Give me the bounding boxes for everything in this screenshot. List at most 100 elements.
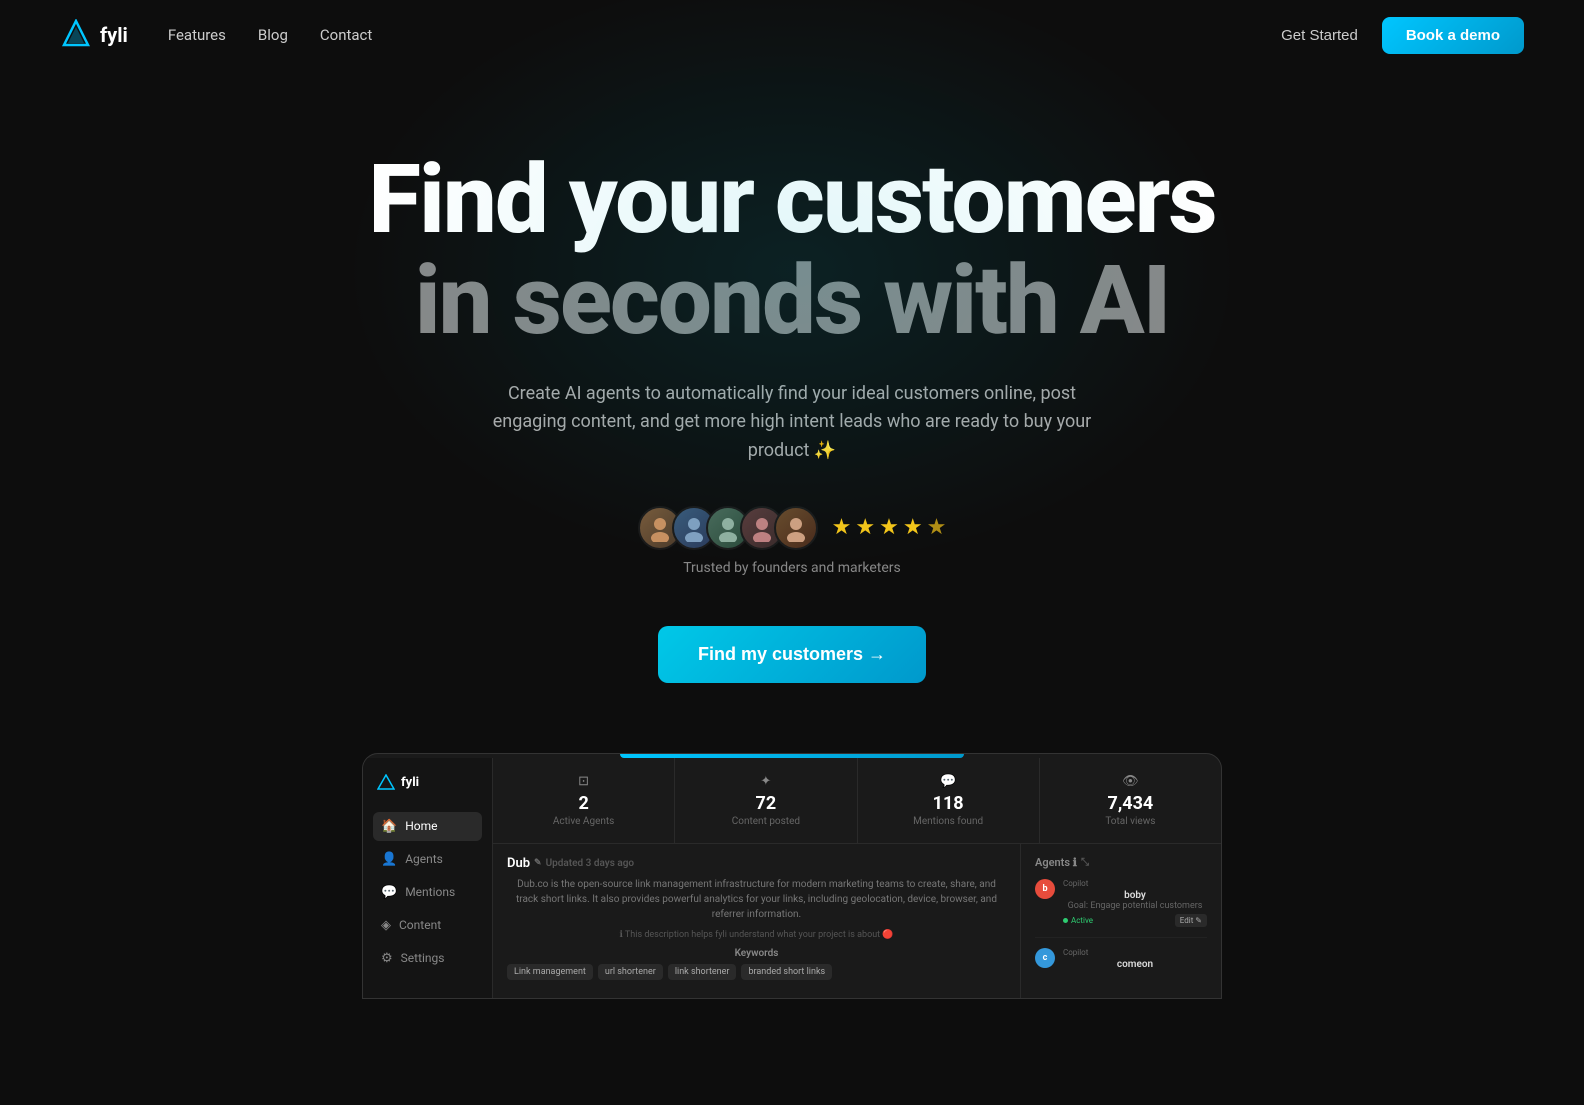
active-agents-value: 2: [507, 793, 660, 814]
hero-title-line2: in seconds with AI: [415, 245, 1170, 357]
content-posted-label: Content posted: [689, 816, 842, 827]
social-proof: ★ ★ ★ ★ ★ Trusted by founders and market…: [638, 506, 947, 576]
copilot-label-0: Copilot: [1063, 879, 1207, 888]
navbar-left: fyli Features Blog Contact: [60, 19, 372, 51]
dashboard-inner: fyli 🏠 Home 👤 Agents 💬 Mentions ◈ Conten…: [363, 758, 1221, 998]
agent-edit-button-0[interactable]: Edit ✎: [1175, 914, 1207, 927]
sidebar-mentions-label: Mentions: [405, 885, 455, 899]
project-edit-icon: ✎: [534, 858, 542, 868]
stat-mentions: 💬 118 Mentions found: [858, 758, 1040, 843]
mentions-stat-icon: 💬: [872, 774, 1025, 789]
dashboard-preview: fyli 🏠 Home 👤 Agents 💬 Mentions ◈ Conten…: [362, 753, 1222, 999]
star-5-half: ★: [927, 515, 947, 540]
star-1: ★: [832, 515, 852, 540]
sidebar-item-settings[interactable]: ⚙ Settings: [373, 944, 482, 973]
project-panel: Dub ✎ Updated 3 days ago Dub.co is the o…: [493, 844, 1021, 999]
agents-panel: Agents ℹ ⤡ b Copilot boby Goal: Engage p…: [1021, 844, 1221, 999]
dashboard-sidebar: fyli 🏠 Home 👤 Agents 💬 Mentions ◈ Conten…: [363, 758, 493, 998]
avatar-5: [774, 506, 818, 550]
agent-item-0: b Copilot boby Goal: Engage potential cu…: [1035, 879, 1207, 938]
content-posted-value: 72: [689, 793, 842, 814]
agent-item-1: c Copilot comeon: [1035, 948, 1207, 980]
star-3: ★: [879, 515, 899, 540]
dash-logo-icon: [377, 774, 395, 792]
project-updated: Updated 3 days ago: [546, 858, 635, 869]
sidebar-home-label: Home: [405, 819, 437, 833]
nav-contact[interactable]: Contact: [320, 26, 372, 44]
dash-logo: fyli: [373, 774, 482, 792]
navbar: fyli Features Blog Contact Get Started B…: [0, 0, 1584, 70]
project-name-row: Dub ✎ Updated 3 days ago: [507, 856, 1006, 871]
mentions-value: 118: [872, 793, 1025, 814]
agent-actions-0: Active Edit ✎: [1063, 914, 1207, 927]
hero-title-line1: Find your customers: [368, 144, 1215, 256]
agent-info-0: Copilot boby Goal: Engage potential cust…: [1063, 879, 1207, 927]
dash-logo-text: fyli: [401, 775, 419, 790]
dashboard-main: ⊡ 2 Active Agents ✦ 72 Content posted 💬 …: [493, 758, 1221, 998]
star-4: ★: [903, 515, 923, 540]
stat-active-agents: ⊡ 2 Active Agents: [493, 758, 675, 843]
agents-icon: 👤: [381, 852, 397, 867]
trusted-text: Trusted by founders and marketers: [683, 560, 901, 576]
hero-section: Find your customers in seconds with AI C…: [0, 70, 1584, 1039]
agent-status-0: Active: [1063, 916, 1093, 925]
agent-name-1: comeon: [1063, 959, 1207, 970]
agent-info-1: Copilot comeon: [1063, 948, 1207, 970]
project-note: ℹ This description helps fyli understand…: [507, 930, 1006, 940]
logo-text: fyli: [100, 23, 128, 47]
agent-name-0: boby: [1063, 890, 1207, 901]
active-agents-label: Active Agents: [507, 816, 660, 827]
star-rating: ★ ★ ★ ★ ★: [832, 515, 947, 540]
logo: fyli: [60, 19, 128, 51]
project-name-text: Dub: [507, 856, 530, 871]
tag-1: url shortener: [598, 964, 663, 980]
settings-icon: ⚙: [381, 951, 393, 966]
tag-2: link shortener: [668, 964, 737, 980]
mentions-label: Mentions found: [872, 816, 1025, 827]
active-agents-icon: ⊡: [507, 774, 660, 789]
copilot-label-1: Copilot: [1063, 948, 1207, 957]
fyli-logo-icon: [60, 19, 92, 51]
avatars-stars-row: ★ ★ ★ ★ ★: [638, 506, 947, 550]
sidebar-settings-label: Settings: [401, 951, 445, 965]
tag-0: Link management: [507, 964, 593, 980]
keywords-label: Keywords: [507, 948, 1006, 959]
agent-avatar-1: c: [1035, 948, 1055, 968]
dashboard-content-area: Dub ✎ Updated 3 days ago Dub.co is the o…: [493, 844, 1221, 999]
sidebar-agents-label: Agents: [405, 852, 443, 866]
nav-links: Features Blog Contact: [168, 26, 373, 44]
project-description: Dub.co is the open-source link managemen…: [507, 877, 1006, 922]
expand-icon: ⤡: [1081, 857, 1089, 868]
content-posted-icon: ✦: [689, 774, 842, 789]
nav-blog[interactable]: Blog: [258, 26, 288, 44]
total-views-icon: 👁: [1054, 774, 1207, 789]
sidebar-item-home[interactable]: 🏠 Home: [373, 812, 482, 841]
hero-subtitle: Create AI agents to automatically find y…: [472, 380, 1112, 466]
get-started-button[interactable]: Get Started: [1281, 27, 1358, 44]
stats-row: ⊡ 2 Active Agents ✦ 72 Content posted 💬 …: [493, 758, 1221, 844]
stat-content-posted: ✦ 72 Content posted: [675, 758, 857, 843]
sidebar-item-agents[interactable]: 👤 Agents: [373, 845, 482, 874]
tag-3: branded short links: [741, 964, 832, 980]
book-demo-button[interactable]: Book a demo: [1382, 17, 1524, 54]
nav-features[interactable]: Features: [168, 26, 226, 44]
agent-avatar-0: b: [1035, 879, 1055, 899]
total-views-value: 7,434: [1054, 793, 1207, 814]
content-icon: ◈: [381, 918, 391, 933]
find-customers-button[interactable]: Find my customers →: [658, 626, 926, 683]
sidebar-item-mentions[interactable]: 💬 Mentions: [373, 878, 482, 907]
status-dot-0: [1063, 918, 1068, 923]
mentions-icon: 💬: [381, 885, 397, 900]
star-2: ★: [855, 515, 875, 540]
hero-title: Find your customers in seconds with AI: [368, 150, 1215, 352]
sidebar-item-content[interactable]: ◈ Content: [373, 911, 482, 940]
agent-goal-0: Goal: Engage potential customers: [1063, 901, 1207, 911]
total-views-label: Total views: [1054, 816, 1207, 827]
avatars-group: [638, 506, 818, 550]
stat-total-views: 👁 7,434 Total views: [1040, 758, 1221, 843]
tags-container: Link management url shortener link short…: [507, 964, 1006, 980]
sidebar-content-label: Content: [399, 918, 441, 932]
agents-title: Agents ℹ ⤡: [1035, 856, 1207, 869]
home-icon: 🏠: [381, 819, 397, 834]
navbar-right: Get Started Book a demo: [1281, 17, 1524, 54]
